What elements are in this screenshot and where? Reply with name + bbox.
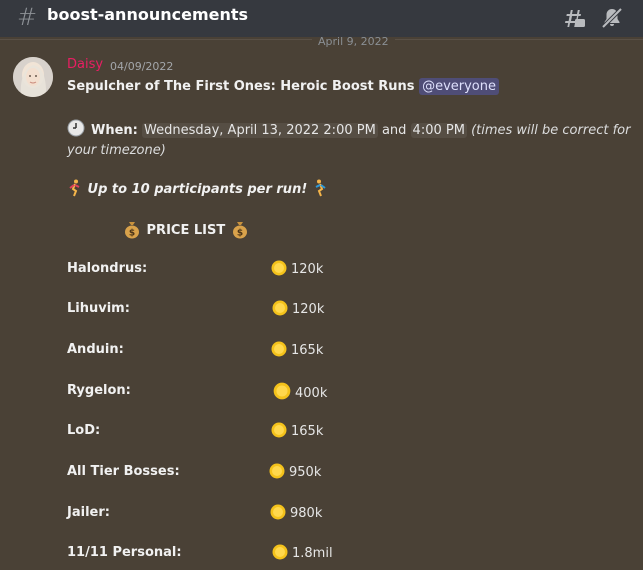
when-line: When: Wednesday, April 13, 2022 2:00 PM … — [67, 119, 637, 161]
price-row-value: 1.8mil — [271, 543, 333, 561]
svg-text:$: $ — [237, 229, 243, 239]
message-author[interactable]: Daisy — [67, 57, 103, 72]
message-title: Sepulcher of The First Ones: Heroic Boos… — [67, 78, 499, 95]
price-list-title: PRICE LIST — [146, 223, 226, 238]
price-value-text: 165k — [291, 424, 324, 439]
channel-header: # boost-announcements — [0, 0, 643, 37]
price-value-text: 120k — [291, 262, 324, 277]
message-title-text: Sepulcher of The First Ones: Heroic Boos… — [67, 79, 415, 94]
price-row-value: 950k — [268, 462, 321, 480]
threads-icon[interactable] — [562, 6, 586, 30]
price-row-label: Lihuvim: — [67, 301, 130, 316]
coin-icon — [272, 300, 288, 316]
price-value-text: 400k — [295, 386, 328, 401]
price-row-label: Rygelon: — [67, 383, 131, 398]
price-value-text: 120k — [292, 302, 325, 317]
price-value-text: 165k — [291, 343, 324, 358]
when-label: When: — [91, 123, 138, 138]
coin-icon — [270, 504, 286, 520]
coin-icon — [272, 544, 288, 560]
runner-icon — [69, 179, 80, 197]
price-value-text: 950k — [289, 465, 322, 480]
svg-text:$: $ — [129, 229, 135, 239]
price-row-value: 120k — [270, 259, 323, 277]
coin-icon — [269, 463, 285, 479]
message-timestamp: 04/09/2022 — [110, 60, 174, 73]
coin-icon — [271, 260, 287, 276]
money-bag-icon: $ — [232, 222, 247, 239]
price-row-label: LoD: — [67, 423, 101, 438]
price-row-label: Anduin: — [67, 342, 124, 357]
price-row-value: 400k — [272, 381, 327, 401]
price-list-header: $ PRICE LIST $ — [122, 219, 250, 239]
price-row-label: All Tier Bosses: — [67, 464, 180, 479]
date-divider: April 9, 2022 — [0, 37, 643, 48]
price-row-value: 120k — [271, 299, 324, 317]
price-value-text: 1.8mil — [292, 546, 333, 561]
when-and: and — [381, 123, 407, 138]
price-row-value: 165k — [270, 421, 323, 439]
clock-icon — [67, 119, 85, 137]
event-time-start[interactable]: Wednesday, April 13, 2022 2:00 PM — [142, 123, 378, 138]
hash-icon: # — [17, 3, 38, 31]
runner-icon — [315, 179, 326, 197]
avatar[interactable] — [13, 57, 53, 97]
price-row-label: Jailer: — [67, 505, 110, 520]
message-area: April 9, 2022 Daisy 04/09/2022 Sepulcher… — [0, 37, 643, 570]
coin-icon — [271, 341, 287, 357]
bell-slash-icon[interactable] — [600, 6, 624, 30]
date-divider-label: April 9, 2022 — [312, 37, 395, 48]
channel-name: boost-announcements — [47, 5, 249, 24]
price-row-value: 980k — [269, 503, 322, 521]
price-value-text: 980k — [290, 506, 323, 521]
coin-icon — [273, 382, 291, 400]
participants-line: Up to 10 participants per run! — [67, 179, 328, 197]
everyone-mention[interactable]: @everyone — [419, 78, 499, 95]
event-time-end[interactable]: 4:00 PM — [410, 123, 467, 138]
money-bag-icon: $ — [125, 222, 139, 239]
price-row-label: 11/11 Personal: — [67, 545, 182, 560]
coin-icon — [271, 422, 287, 438]
price-row-label: Halondrus: — [67, 261, 148, 276]
participants-text: Up to 10 participants per run! — [87, 182, 308, 197]
price-row-value: 165k — [270, 340, 323, 358]
